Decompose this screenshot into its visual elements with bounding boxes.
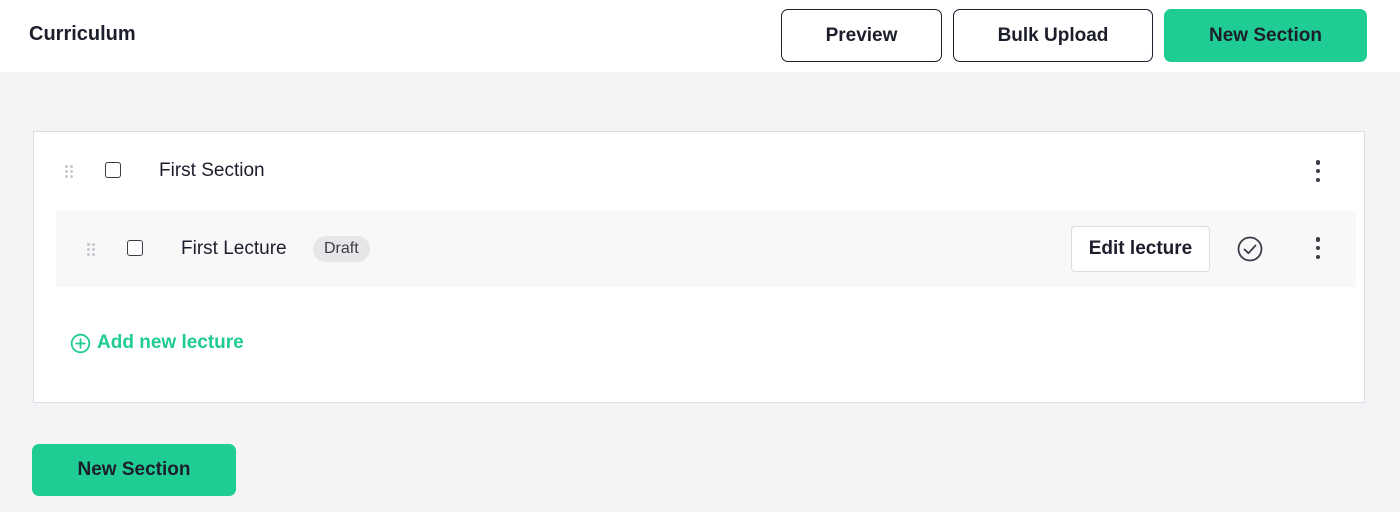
lecture-title: First Lecture [181,238,287,259]
plus-circle-icon [70,333,91,353]
new-section-button-top[interactable]: New Section [1164,9,1367,62]
page-title: Curriculum [29,23,136,45]
new-section-button-bottom[interactable]: New Section [32,444,236,496]
section-title: First Section [159,160,265,181]
top-bar: Curriculum Preview Bulk Upload New Secti… [0,0,1400,72]
check-circle-icon[interactable] [1236,235,1264,263]
section-panel: First Section First Lecture Draft Edit l… [33,131,1365,403]
lecture-checkbox[interactable] [127,240,143,256]
edit-lecture-button[interactable]: Edit lecture [1071,226,1210,272]
section-kebab-menu-icon[interactable] [1315,160,1321,182]
bulk-upload-button[interactable]: Bulk Upload [953,9,1153,62]
add-new-lecture-link[interactable]: Add new lecture [70,332,244,354]
lecture-drag-handle-icon[interactable] [87,243,95,256]
status-badge: Draft [313,236,370,262]
section-checkbox[interactable] [105,162,121,178]
preview-button[interactable]: Preview [781,9,942,62]
section-drag-handle-icon[interactable] [65,165,73,178]
lecture-row: First Lecture Draft Edit lecture [56,211,1356,287]
add-new-lecture-label: Add new lecture [97,332,244,353]
lecture-kebab-menu-icon[interactable] [1315,237,1321,259]
